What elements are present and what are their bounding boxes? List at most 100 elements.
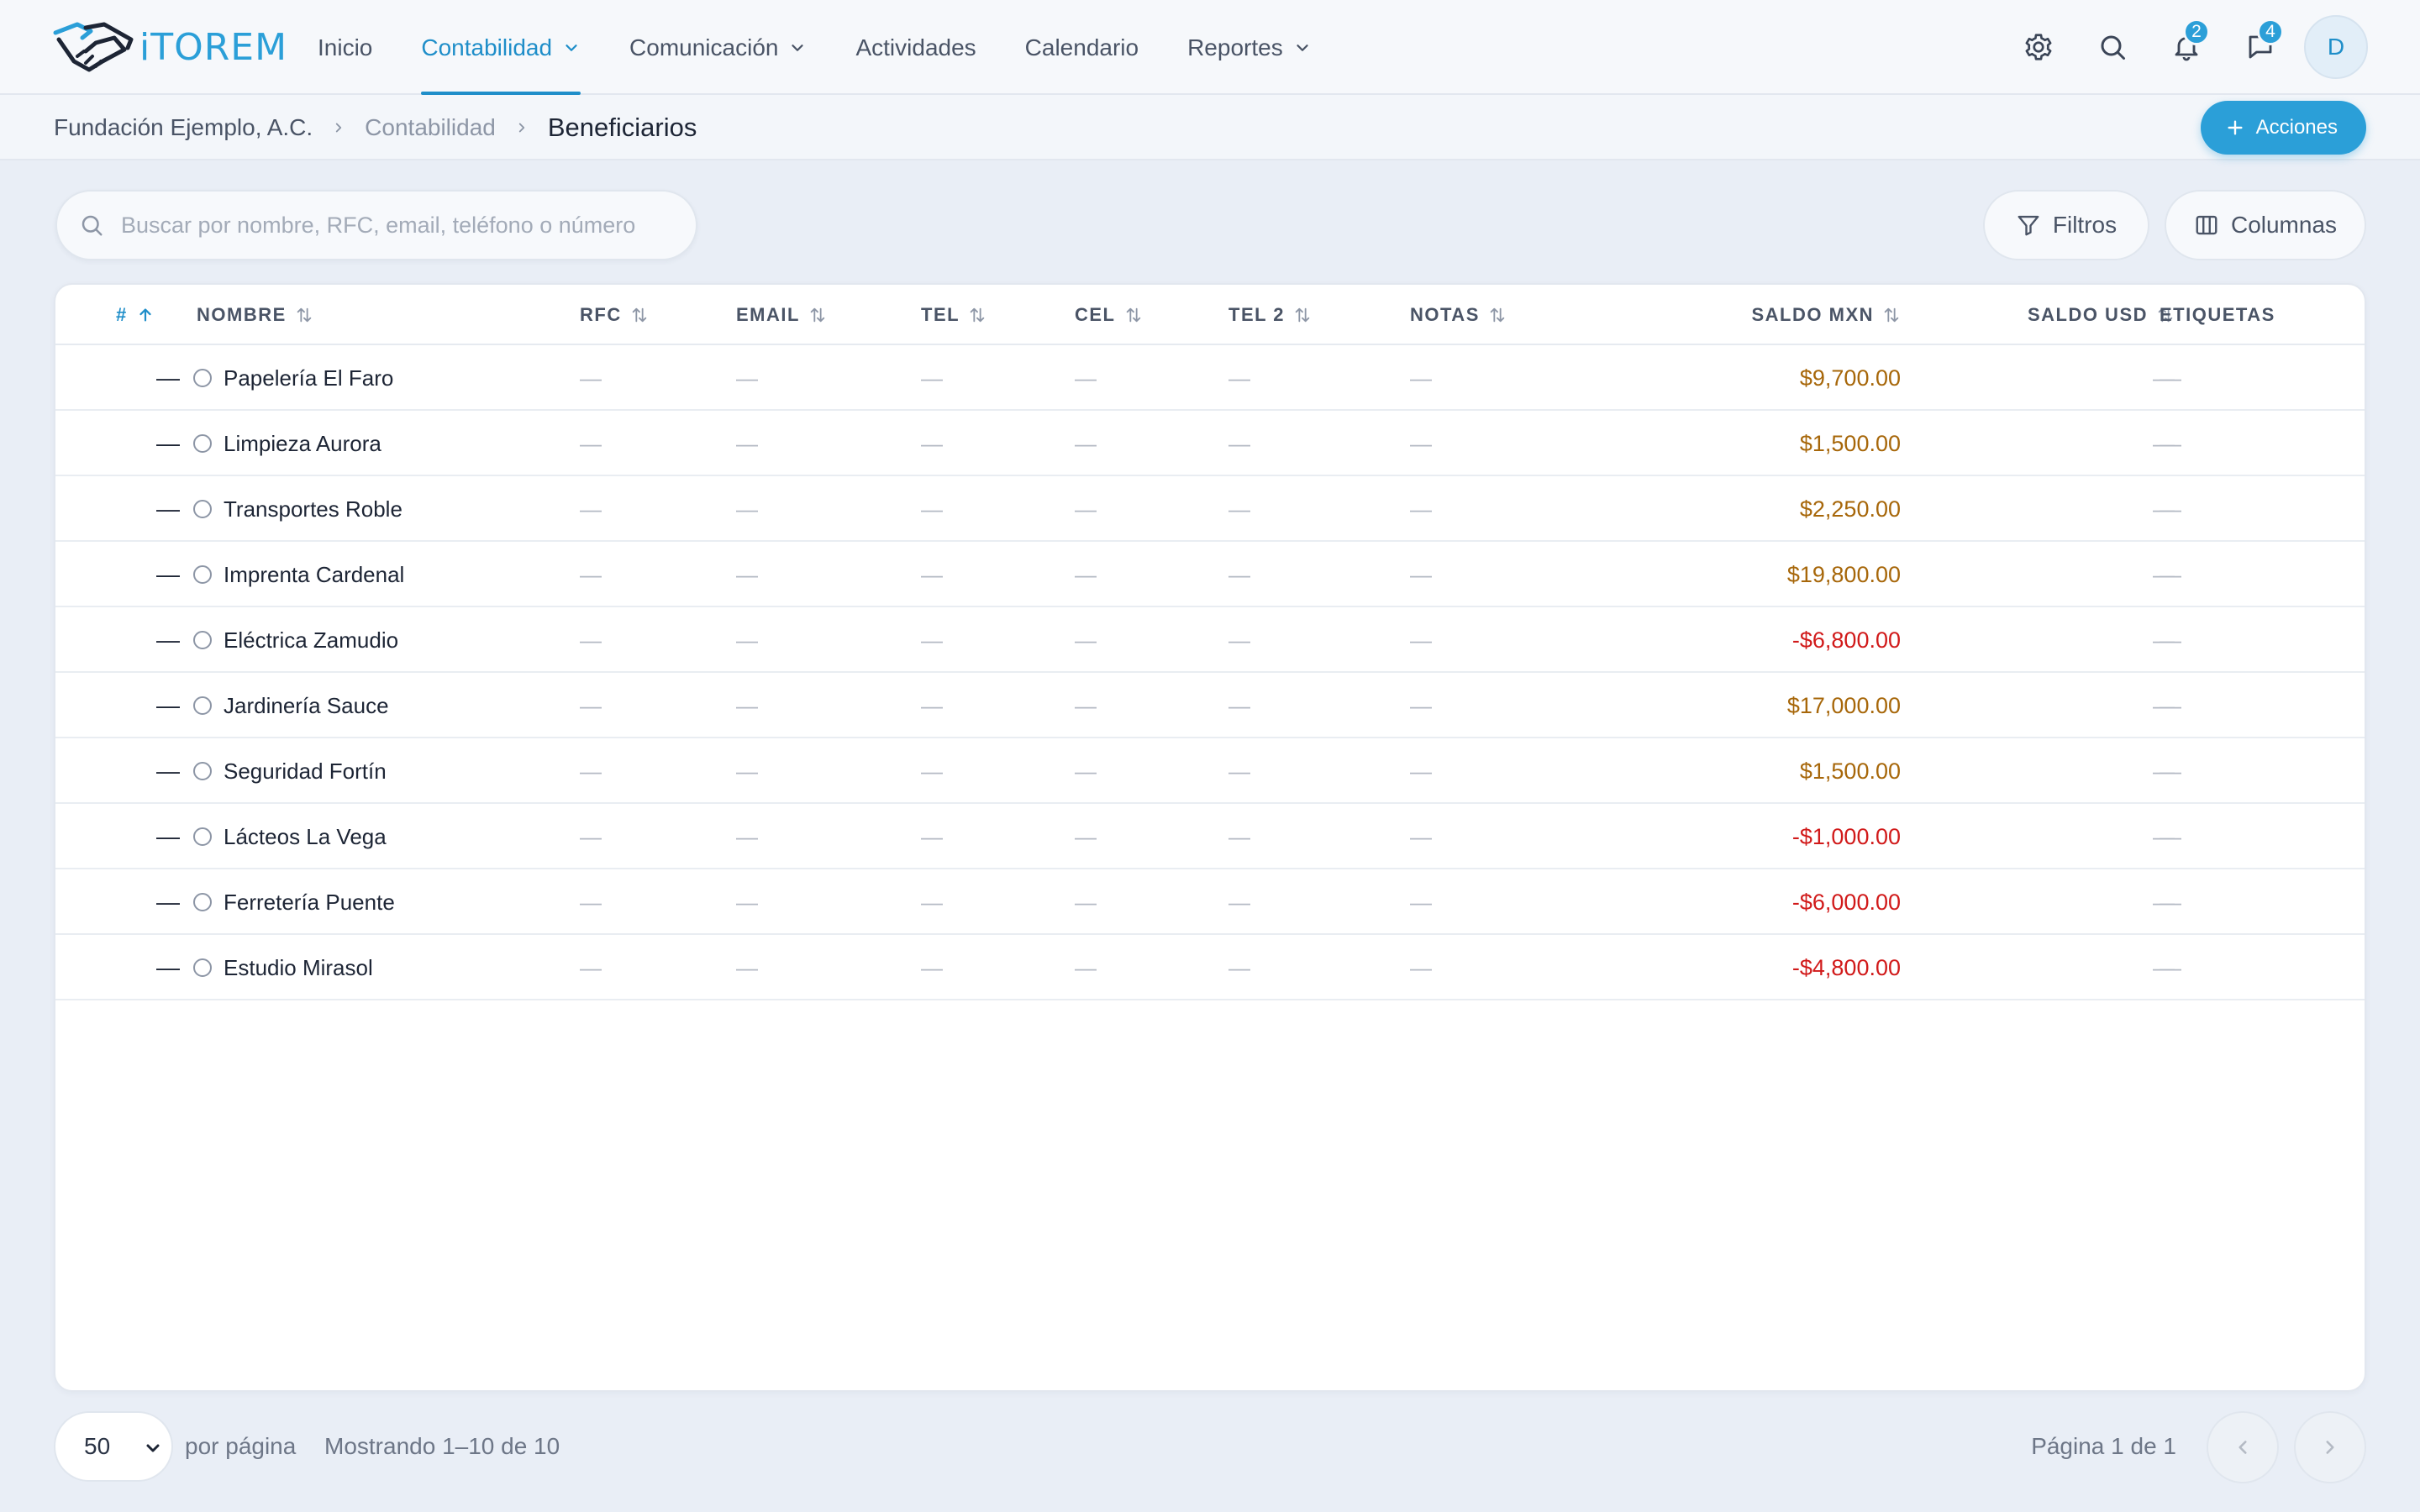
breadcrumb: Fundación Ejemplo, A.C. Contabilidad Ben… xyxy=(54,95,697,160)
chevron-down-icon xyxy=(146,1444,160,1452)
nav-item-contabilidad[interactable]: Contabilidad xyxy=(421,0,581,95)
global-search-button[interactable] xyxy=(2081,15,2144,79)
table-row[interactable]: — Imprenta Cardenal — — — — — — $19,800.00— — xyxy=(55,542,2365,607)
messages-button[interactable]: 4 xyxy=(2228,15,2292,79)
beneficiary-name: Eléctrica Zamudio xyxy=(224,627,399,653)
column-header-email[interactable]: EMAIL xyxy=(736,285,827,345)
breadcrumb-section[interactable]: Contabilidad xyxy=(365,114,496,141)
row-name-cell[interactable]: Limpieza Aurora xyxy=(193,411,381,476)
cell-tel: — xyxy=(921,692,943,718)
cell-saldo-usd: — xyxy=(2153,627,2175,653)
user-avatar[interactable]: D xyxy=(2304,15,2368,79)
settings-button[interactable] xyxy=(2007,15,2070,79)
row-name-cell[interactable]: Transportes Roble xyxy=(193,476,402,542)
row-select-radio[interactable] xyxy=(193,565,212,584)
row-select-radio[interactable] xyxy=(193,369,212,387)
row-select-radio[interactable] xyxy=(193,893,212,911)
cell-email: — xyxy=(736,365,758,391)
cell-rfc: — xyxy=(580,758,602,784)
column-header-label: EMAIL xyxy=(736,304,800,325)
column-header-label: TEL 2 xyxy=(1228,304,1286,325)
column-header-cel[interactable]: CEL xyxy=(1075,285,1143,345)
cell-tel: — xyxy=(921,561,943,587)
cell-rfc: — xyxy=(580,365,602,391)
row-select-radio[interactable] xyxy=(193,631,212,649)
column-header-saldo-mxn[interactable]: SALDO MXN xyxy=(1652,285,1901,345)
row-name-cell[interactable]: Ferretería Puente xyxy=(193,869,395,935)
gear-icon xyxy=(2025,34,2052,60)
chevron-down-icon xyxy=(792,44,804,51)
cell-email: — xyxy=(736,692,758,718)
cell-email: — xyxy=(736,561,758,587)
notifications-button[interactable]: 2 xyxy=(2154,15,2218,79)
column-header-tel2[interactable]: TEL 2 xyxy=(1228,285,1312,345)
row-name-cell[interactable]: Eléctrica Zamudio xyxy=(193,607,398,673)
row-select-radio[interactable] xyxy=(193,958,212,977)
table-row[interactable]: — Estudio Mirasol — — — — — — -$4,800.00— — xyxy=(55,935,2365,1000)
cell-saldo-usd: — xyxy=(2153,430,2175,456)
cell-rfc: — xyxy=(580,430,602,456)
cell-etiquetas: — xyxy=(2160,496,2181,522)
column-header-saldo-usd[interactable]: SALDO USD xyxy=(1946,285,2175,345)
cell-saldo-usd: — xyxy=(2153,758,2175,784)
app-logo[interactable]: iTOREM xyxy=(52,17,287,77)
nav-item-reportes[interactable]: Reportes xyxy=(1187,0,1312,95)
row-select-radio[interactable] xyxy=(193,434,212,453)
top-navigation-bar: iTOREM Inicio Contabilidad Comunicación … xyxy=(0,0,2420,95)
per-page-select[interactable]: 50 xyxy=(54,1411,173,1482)
column-header-rfc[interactable]: RFC xyxy=(580,285,649,345)
nav-item-actividades[interactable]: Actividades xyxy=(855,0,976,95)
app-logo-text: iTOREM xyxy=(139,25,288,69)
cell-tel2: — xyxy=(1228,823,1250,849)
cell-cel: — xyxy=(1075,823,1097,849)
table-row[interactable]: — Limpieza Aurora — — — — — — $1,500.00— — xyxy=(55,411,2365,476)
cell-saldo-mxn: -$6,800.00 xyxy=(1791,627,1901,653)
column-header-label: SALDO USD xyxy=(2027,304,2148,325)
previous-page-button[interactable] xyxy=(2207,1411,2279,1483)
column-header-tel[interactable]: TEL xyxy=(921,285,986,345)
row-select-radio[interactable] xyxy=(193,827,212,846)
row-select-radio[interactable] xyxy=(193,762,212,780)
table-header: # NOMBRE RFC EMAIL TEL CEL TEL 2 NOTAS S… xyxy=(55,285,2365,345)
actions-button[interactable]: Acciones xyxy=(2200,101,2366,155)
nav-item-calendario[interactable]: Calendario xyxy=(1025,0,1139,95)
cell-email: — xyxy=(736,823,758,849)
column-header-notas[interactable]: NOTAS xyxy=(1410,285,1507,345)
cell-tel: — xyxy=(921,627,943,653)
row-name-cell[interactable]: Estudio Mirasol xyxy=(193,935,373,1000)
row-select-radio[interactable] xyxy=(193,500,212,518)
cell-tel2: — xyxy=(1228,561,1250,587)
cell-tel2: — xyxy=(1228,430,1250,456)
table-row[interactable]: — Eléctrica Zamudio — — — — — — -$6,800.00— — xyxy=(55,607,2365,673)
row-name-cell[interactable]: Lácteos La Vega xyxy=(193,804,387,869)
cell-saldo-usd: — xyxy=(2153,889,2175,915)
cell-rfc: — xyxy=(580,954,602,980)
table-row[interactable]: — Papelería El Faro — — — — — — $9,700.00— — xyxy=(55,345,2365,411)
column-header-label: RFC xyxy=(580,304,622,325)
breadcrumb-org[interactable]: Fundación Ejemplo, A.C. xyxy=(54,114,313,141)
table-footer: 50 por página Mostrando 1–10 de 10 Págin… xyxy=(54,1411,2366,1483)
row-name-cell[interactable]: Seguridad Fortín xyxy=(193,738,387,804)
column-header-nombre[interactable]: NOMBRE xyxy=(197,285,313,345)
cell-saldo-mxn: $9,700.00 xyxy=(1799,365,1901,391)
row-name-cell[interactable]: Imprenta Cardenal xyxy=(193,542,404,607)
sort-icon xyxy=(1490,307,1505,323)
column-header-num[interactable]: # xyxy=(116,285,155,345)
cell-tel: — xyxy=(921,889,943,915)
row-select-radio[interactable] xyxy=(193,696,212,715)
table-row[interactable]: — Jardinería Sauce — — — — — — $17,000.00— — xyxy=(55,673,2365,738)
search-input[interactable] xyxy=(121,212,659,239)
cell-notas: — xyxy=(1410,496,1432,522)
columns-button[interactable]: Columnas xyxy=(2165,190,2366,260)
chevron-left-icon xyxy=(2238,1441,2247,1454)
row-name-cell[interactable]: Jardinería Sauce xyxy=(193,673,389,738)
table-row[interactable]: — Lácteos La Vega — — — — — — -$1,000.00— — xyxy=(55,804,2365,869)
next-page-button[interactable] xyxy=(2294,1411,2366,1483)
nav-item-comunicacion[interactable]: Comunicación xyxy=(629,0,807,95)
filters-button[interactable]: Filtros xyxy=(1983,190,2149,260)
row-name-cell[interactable]: Papelería El Faro xyxy=(193,345,393,411)
table-row[interactable]: — Seguridad Fortín — — — — — — $1,500.00— — xyxy=(55,738,2365,804)
table-row[interactable]: — Transportes Roble — — — — — — $2,250.00— — xyxy=(55,476,2365,542)
nav-item-inicio[interactable]: Inicio xyxy=(318,0,372,95)
table-row[interactable]: — Ferretería Puente — — — — — — -$6,000.00— — xyxy=(55,869,2365,935)
